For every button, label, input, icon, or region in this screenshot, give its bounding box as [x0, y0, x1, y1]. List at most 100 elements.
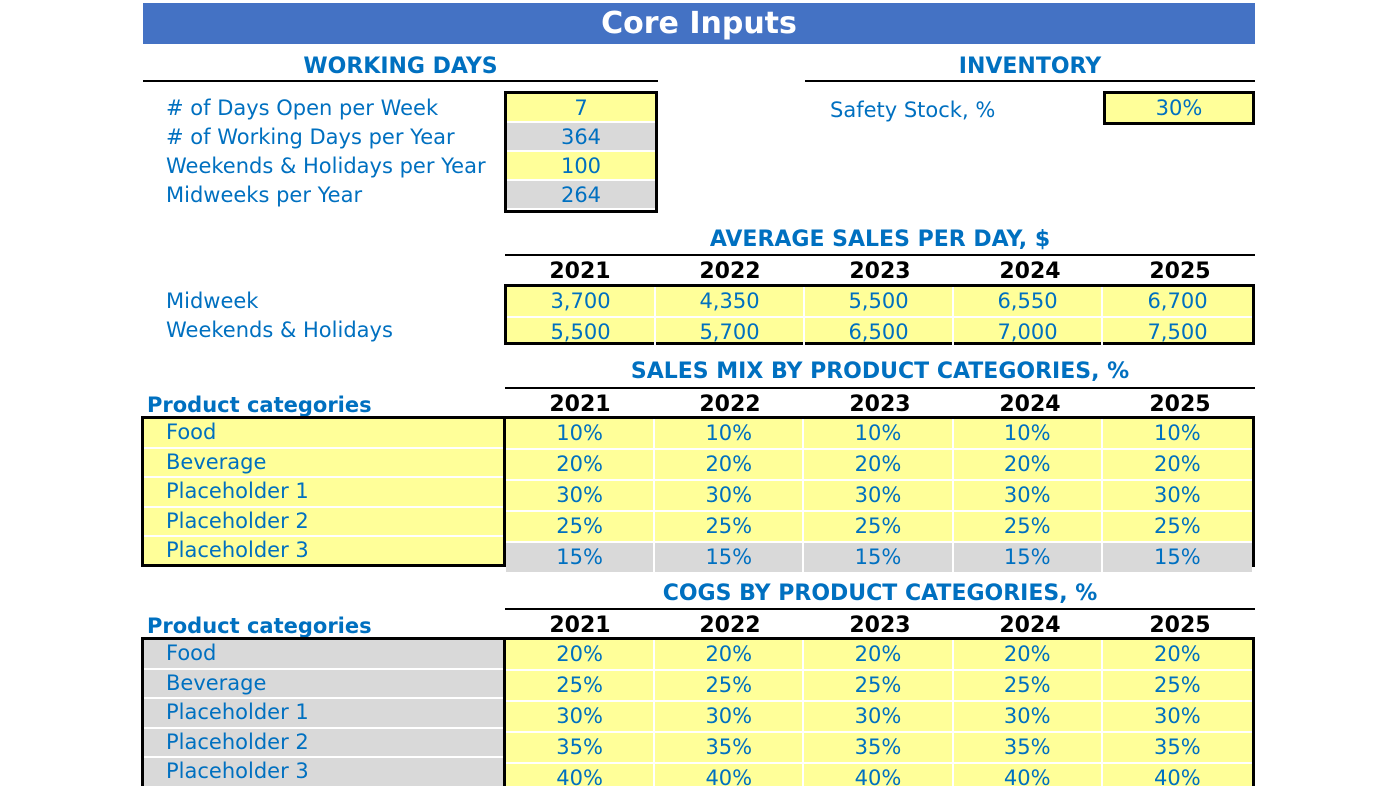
cogs-cell[interactable]: 40%	[953, 764, 1103, 795]
sales-mix-cell: 15%	[953, 543, 1103, 572]
working-days-values: 7 364 100 264	[504, 91, 658, 213]
cogs-cell[interactable]: 20%	[655, 640, 805, 671]
label-working-days: # of Working Days per Year	[166, 125, 455, 149]
sales-mix-cell[interactable]: 10%	[506, 419, 656, 450]
year-header: 2022	[699, 259, 761, 284]
working-days-heading: WORKING DAYS	[303, 54, 498, 79]
category-label: Beverage	[144, 670, 503, 699]
sales-mix-cell[interactable]: 30%	[804, 481, 954, 512]
sales-mix-cell[interactable]: 20%	[655, 450, 805, 481]
avg-sales-cell[interactable]: 7,000	[954, 318, 1103, 347]
avg-sales-heading: AVERAGE SALES PER DAY, $	[709, 227, 1051, 252]
cogs-cell[interactable]: 30%	[804, 702, 954, 733]
category-label[interactable]: Placeholder 1	[144, 478, 503, 508]
sales-mix-cell: 15%	[655, 543, 805, 572]
cogs-cell[interactable]: 35%	[953, 733, 1103, 764]
label-midweeks: Midweeks per Year	[166, 183, 363, 207]
cogs-cell[interactable]: 35%	[506, 733, 656, 764]
category-label[interactable]: Placeholder 2	[144, 508, 503, 537]
avg-sales-cell[interactable]: 4,350	[656, 287, 805, 318]
cogs-cell[interactable]: 30%	[655, 702, 805, 733]
cogs-cell[interactable]: 25%	[953, 671, 1103, 702]
cogs-cell[interactable]: 40%	[506, 764, 656, 795]
sales-mix-categories: Food Beverage Placeholder 1 Placeholder …	[144, 419, 506, 564]
cogs-cell[interactable]: 20%	[506, 640, 656, 671]
year-header: 2024	[999, 259, 1061, 284]
year-header: 2021	[549, 613, 611, 638]
sales-mix-cell[interactable]: 25%	[953, 512, 1103, 543]
sales-mix-cell[interactable]: 20%	[953, 450, 1103, 481]
year-header: 2023	[849, 613, 911, 638]
sales-mix-cell[interactable]: 20%	[1102, 450, 1252, 481]
sales-mix-cell[interactable]: 30%	[1102, 481, 1252, 512]
safety-stock-input[interactable]: 30%	[1106, 94, 1252, 123]
sales-mix-cell[interactable]: 20%	[506, 450, 656, 481]
label-weekends-holidays: Weekends & Holidays per Year	[166, 154, 486, 178]
cogs-categories: Food Beverage Placeholder 1 Placeholder …	[144, 640, 506, 788]
sales-mix-cell[interactable]: 25%	[1102, 512, 1252, 543]
avg-sales-rule	[505, 254, 1255, 256]
category-label[interactable]: Placeholder 3	[144, 537, 503, 565]
avg-sales-cell[interactable]: 7,500	[1103, 318, 1252, 347]
avg-sales-cell[interactable]: 6,550	[954, 287, 1103, 318]
avg-sales-cell[interactable]: 6,700	[1103, 287, 1252, 318]
safety-stock-label: Safety Stock, %	[830, 98, 996, 122]
avg-sales-cell[interactable]: 5,700	[656, 318, 805, 347]
cogs-cell[interactable]: 25%	[1102, 671, 1252, 702]
cogs-cell[interactable]: 20%	[1102, 640, 1252, 671]
cogs-cell[interactable]: 20%	[953, 640, 1103, 671]
sales-mix-cell[interactable]: 20%	[804, 450, 954, 481]
avg-sales-cell[interactable]: 3,700	[507, 287, 656, 318]
sales-mix-cell: 15%	[506, 543, 656, 572]
cogs-cell[interactable]: 25%	[804, 671, 954, 702]
sales-mix-cell[interactable]: 30%	[506, 481, 656, 512]
year-header: 2022	[699, 613, 761, 638]
year-header: 2023	[849, 259, 911, 284]
cogs-cell[interactable]: 40%	[1102, 764, 1252, 795]
category-label: Placeholder 1	[144, 699, 503, 729]
cogs-cell[interactable]: 30%	[953, 702, 1103, 733]
cogs-cell[interactable]: 35%	[655, 733, 805, 764]
weekends-holidays-input[interactable]: 100	[507, 152, 655, 181]
year-header: 2023	[849, 392, 911, 417]
sales-mix-cell[interactable]: 30%	[953, 481, 1103, 512]
cogs-cell[interactable]: 25%	[655, 671, 805, 702]
cogs-cell[interactable]: 30%	[1102, 702, 1252, 733]
avg-sales-cell[interactable]: 5,500	[507, 318, 656, 347]
sales-mix-cell[interactable]: 10%	[1102, 419, 1252, 450]
cogs-cell[interactable]: 35%	[804, 733, 954, 764]
cogs-product-categories-header: Product categories	[147, 614, 372, 638]
working-days-value: 364	[507, 123, 655, 152]
days-open-input[interactable]: 7	[507, 94, 655, 123]
sales-mix-cell[interactable]: 10%	[655, 419, 805, 450]
avg-sales-grid: 3,700 4,350 5,500 6,550 6,700 5,500 5,70…	[504, 284, 1255, 347]
sales-mix-cell[interactable]: 10%	[804, 419, 954, 450]
cogs-cell[interactable]: 35%	[1102, 733, 1252, 764]
sales-mix-cell[interactable]: 30%	[655, 481, 805, 512]
label-days-open: # of Days Open per Week	[166, 96, 439, 120]
cogs-cell[interactable]: 20%	[804, 640, 954, 671]
year-header: 2025	[1149, 259, 1211, 284]
cogs-cell[interactable]: 40%	[655, 764, 805, 795]
sales-mix-year-header: 2021 2022 2023 2024 2025	[505, 391, 1255, 419]
avg-sales-cell[interactable]: 5,500	[805, 287, 954, 318]
category-label: Food	[144, 640, 503, 670]
category-label: Placeholder 2	[144, 729, 503, 758]
sales-mix-cell[interactable]: 25%	[804, 512, 954, 543]
cogs-rule	[505, 608, 1255, 610]
avg-sales-cell[interactable]: 6,500	[805, 318, 954, 347]
cogs-cell[interactable]: 25%	[506, 671, 656, 702]
cogs-cell[interactable]: 40%	[804, 764, 954, 795]
sales-mix-cell[interactable]: 25%	[506, 512, 656, 543]
inventory-heading: INVENTORY	[958, 54, 1102, 79]
sales-mix-cell[interactable]: 25%	[655, 512, 805, 543]
sales-mix-cell: 15%	[804, 543, 954, 572]
category-label: Placeholder 3	[144, 758, 503, 788]
year-header: 2022	[699, 392, 761, 417]
sales-mix-cell[interactable]: 10%	[953, 419, 1103, 450]
category-label[interactable]: Beverage	[144, 449, 503, 478]
sales-mix-heading: SALES MIX BY PRODUCT CATEGORIES, %	[630, 359, 1130, 384]
working-days-labels: # of Days Open per Week # of Working Day…	[166, 94, 486, 210]
cogs-cell[interactable]: 30%	[506, 702, 656, 733]
category-label[interactable]: Food	[144, 419, 503, 449]
